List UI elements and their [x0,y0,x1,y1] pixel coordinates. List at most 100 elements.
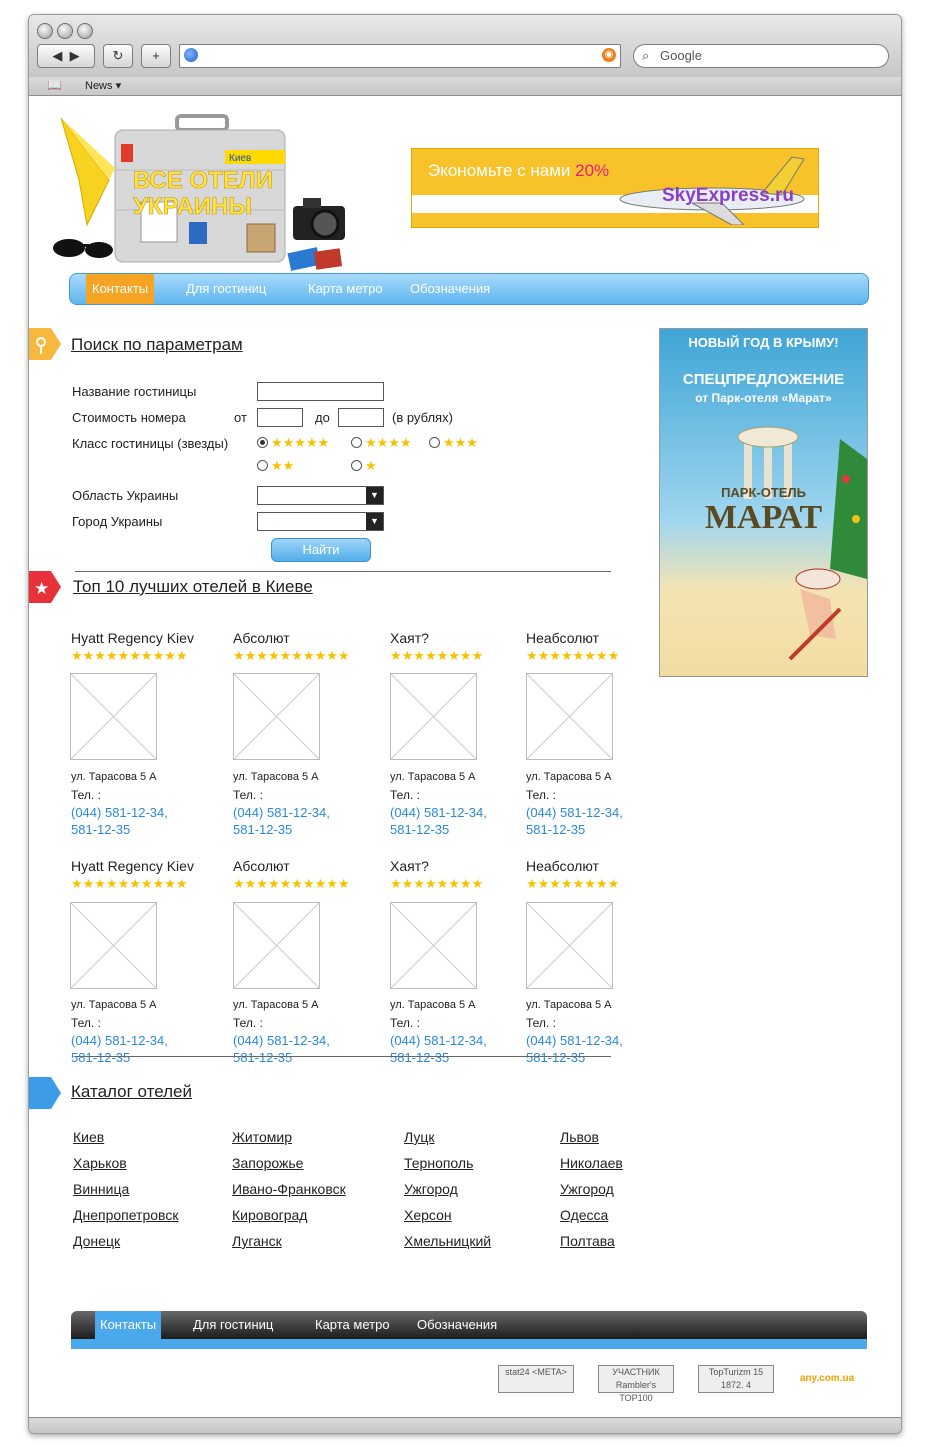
city-link[interactable]: Кировоград [232,1207,307,1223]
side-ad-banner[interactable]: НОВЫЙ ГОД В КРЫМУ! СПЕЦПРЕДЛОЖЕНИЕ от Па… [659,328,868,677]
footer-menu: Контакты Для гостиниц Карта метро Обозна… [71,1311,867,1349]
hotel-name[interactable]: Хаят? [390,858,429,874]
back-forward-buttons[interactable]: ◀ ▶ [37,44,95,68]
bookmark-news[interactable]: News ▾ [85,79,121,92]
city-link[interactable]: Донецк [73,1233,120,1249]
forward-icon[interactable]: ▶ [70,48,80,63]
city-link[interactable]: Херсон [404,1207,452,1223]
hotel-tel-label: Тел. : [233,1016,263,1030]
arrow-marker-icon [29,1077,61,1109]
logo-text-line2: УКРАИНЫ [133,193,252,220]
hotel-name[interactable]: Hyatt Regency Kiev [71,630,194,646]
stat24-counter[interactable]: stat24 <META> [498,1365,574,1393]
radio-4-stars[interactable] [351,437,362,448]
city-link[interactable]: Ужгород [560,1181,614,1197]
footer-item-legend[interactable]: Обозначения [417,1311,497,1339]
ad-line2: СПЕЦПРЕДЛОЖЕНИЕ [682,371,845,388]
zoom-window-button[interactable] [77,23,93,39]
city-link[interactable]: Ужгород [404,1181,458,1197]
radio-3-stars[interactable] [429,437,440,448]
radio-2-stars[interactable] [257,460,268,471]
search-input[interactable]: ⌕ Google [633,44,889,68]
menu-item-contacts[interactable]: Контакты [86,274,155,304]
hotel-tel-label: Тел. : [526,788,556,802]
menu-item-metro-map[interactable]: Карта метро [308,274,383,304]
topturizm-counter[interactable]: TopTurizm 15 1872. 4 [698,1365,774,1393]
minimize-window-button[interactable] [57,23,73,39]
book-icon[interactable]: 📖 [47,78,62,92]
city-link[interactable]: Харьков [73,1155,127,1171]
menu-item-for-hotels[interactable]: Для гостиниц [186,274,266,304]
city-link[interactable]: Ивано-Франковск [232,1181,346,1197]
find-button[interactable]: Найти [271,538,371,562]
rss-icon[interactable]: ◉ [602,48,616,62]
address-bar[interactable]: ◉ [179,44,621,68]
hotel-photo-placeholder[interactable] [70,902,157,989]
city-select[interactable]: ▼ [257,512,384,531]
rambler-top100-counter[interactable]: УЧАСТНИК Rambler's TOP100 [598,1365,674,1403]
hotel-photo-placeholder[interactable] [233,902,320,989]
city-link[interactable]: Винница [73,1181,129,1197]
region-select[interactable]: ▼ [257,486,384,505]
hotel-phone[interactable]: (044) 581-12-34, 581-12-35 [233,804,330,838]
hotel-phone[interactable]: (044) 581-12-34, 581-12-35 [390,1032,487,1066]
city-link[interactable]: Житомир [232,1129,292,1145]
hotel-photo-placeholder[interactable] [526,902,613,989]
reload-button[interactable]: ↻ [103,44,133,68]
city-link[interactable]: Львов [560,1129,599,1145]
footer-item-contacts[interactable]: Контакты [95,1311,162,1339]
city-link[interactable]: Хмельницкий [404,1233,491,1249]
hotel-photo-placeholder[interactable] [390,902,477,989]
hotel-photo-placeholder[interactable] [233,673,320,760]
hotel-name[interactable]: Абсолют [233,630,290,646]
hotel-name-input[interactable] [257,382,384,401]
price-to-input[interactable] [338,408,384,427]
close-window-button[interactable] [37,23,53,39]
city-link[interactable]: Одесса [560,1207,608,1223]
search-placeholder: Google [660,48,702,63]
menu-item-legend[interactable]: Обозначения [410,274,490,304]
logo-city: Киев [229,153,251,164]
hotel-name[interactable]: Неабсолют [526,630,599,646]
city-link[interactable]: Запорожье [232,1155,303,1171]
site-logo[interactable]: ВСЕ ОТЕЛИ УКРАИНЫ Киев [49,110,349,275]
hotel-phone[interactable]: (044) 581-12-34, 581-12-35 [71,1032,168,1066]
hotel-photo-placeholder[interactable] [526,673,613,760]
browser-window: ◀ ▶ ↻ + ◉ ⌕ Google 📖 News ▾ ВСЕ ОТЕЛИ УК… [28,14,902,1434]
hotel-photo-placeholder[interactable] [390,673,477,760]
hotel-photo-placeholder[interactable] [70,673,157,760]
hotel-phone[interactable]: (044) 581-12-34, 581-12-35 [390,804,487,838]
hotel-address: ул. Тарасова 5 А [390,999,476,1011]
hotel-phone[interactable]: (044) 581-12-34, 581-12-35 [71,804,168,838]
city-link[interactable]: Луганск [232,1233,282,1249]
hotel-name[interactable]: Hyatt Regency Kiev [71,858,194,874]
city-link[interactable]: Полтава [560,1233,615,1249]
city-link[interactable]: Николаев [560,1155,623,1171]
footer-item-for-hotels[interactable]: Для гостиниц [193,1311,273,1339]
anycom-logo[interactable]: any.com.ua [799,1366,855,1392]
city-link[interactable]: Тернополь [404,1155,473,1171]
ad-line4: ПАРК-ОТЕЛЬ [721,485,806,500]
hotel-tel-label: Тел. : [71,788,101,802]
price-from-input[interactable] [257,408,303,427]
hotel-name[interactable]: Абсолют [233,858,290,874]
hotel-name[interactable]: Хаят? [390,630,429,646]
radio-5-stars[interactable] [257,437,268,448]
hotel-name[interactable]: Неабсолют [526,858,599,874]
plus-icon: + [152,48,160,63]
city-link[interactable]: Днепропетровск [73,1207,178,1223]
hotel-phone[interactable]: (044) 581-12-34, 581-12-35 [233,1032,330,1066]
hotel-address: ул. Тарасова 5 А [71,999,157,1011]
divider [75,1056,611,1057]
add-bookmark-button[interactable]: + [141,44,171,68]
footer-strip [71,1339,867,1349]
footer-item-metro-map[interactable]: Карта метро [315,1311,390,1339]
stars-4-option: ★★★★ [365,435,412,450]
skyexpress-banner[interactable]: Экономьте с нами 20% SkyExpress.ru [411,148,819,228]
city-link[interactable]: Киев [73,1129,104,1145]
radio-1-star[interactable] [351,460,362,471]
city-link[interactable]: Луцк [404,1129,435,1145]
hotel-phone[interactable]: (044) 581-12-34, 581-12-35 [526,804,623,838]
hotel-phone[interactable]: (044) 581-12-34, 581-12-35 [526,1032,623,1066]
back-icon[interactable]: ◀ [52,48,62,63]
